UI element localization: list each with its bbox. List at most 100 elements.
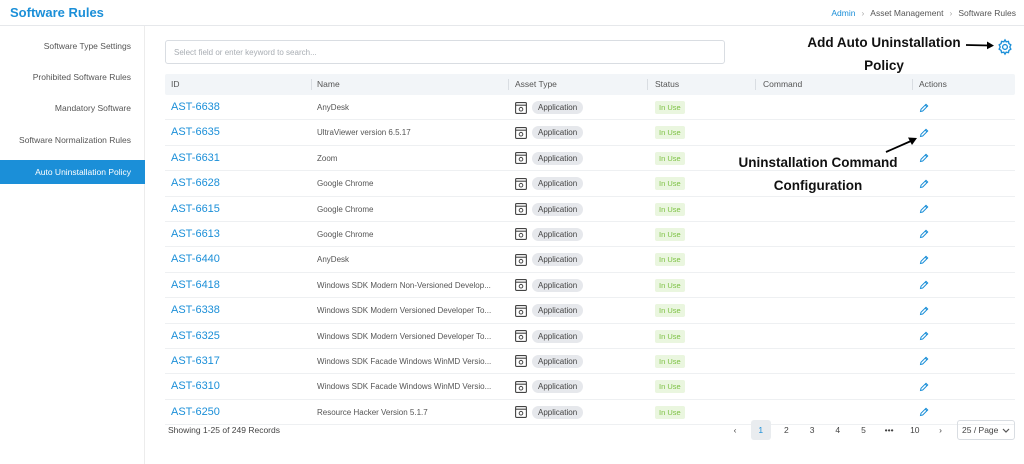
asset-id-link[interactable]: AST-6638 — [171, 95, 220, 120]
edit-action[interactable] — [919, 120, 929, 145]
application-icon — [515, 177, 527, 190]
asset-type-cell: Application — [515, 349, 584, 374]
sidebar-item-prohibited-software-rules[interactable]: Prohibited Software Rules — [0, 65, 145, 89]
column-header-asset-type[interactable]: Asset Type — [515, 74, 557, 95]
status-cell: In Use — [655, 197, 685, 222]
breadcrumb-admin[interactable]: Admin — [831, 8, 855, 18]
edit-pencil-icon[interactable] — [919, 103, 929, 113]
asset-id-link[interactable]: AST-6631 — [171, 146, 220, 171]
table-row[interactable]: AST-6418 Windows SDK Modern Non-Versioned… — [165, 273, 1015, 299]
asset-type-badge: Application — [532, 253, 584, 267]
asset-type-cell: Application — [515, 374, 584, 399]
software-name: Google Chrome — [317, 179, 374, 189]
gear-icon[interactable] — [996, 38, 1014, 56]
search-input[interactable] — [165, 40, 725, 64]
application-icon — [515, 203, 527, 216]
asset-type-cell: Application — [515, 146, 584, 171]
edit-pencil-icon[interactable] — [919, 306, 929, 316]
application-icon — [515, 101, 527, 114]
table-row[interactable]: AST-6613 Google Chrome Application In Use — [165, 222, 1015, 248]
status-cell: In Use — [655, 349, 685, 374]
status-badge: In Use — [655, 405, 685, 419]
edit-action[interactable] — [919, 197, 929, 222]
status-badge: In Use — [655, 354, 685, 368]
edit-action[interactable] — [919, 349, 929, 374]
edit-action[interactable] — [919, 273, 929, 298]
asset-type-badge: Application — [532, 354, 584, 368]
software-name: AnyDesk — [317, 103, 350, 112]
edit-pencil-icon[interactable] — [919, 331, 929, 341]
page-button[interactable]: 4 — [828, 420, 848, 440]
asset-id-link[interactable]: AST-6338 — [171, 298, 220, 323]
asset-id-link[interactable]: AST-6628 — [171, 171, 220, 196]
edit-action[interactable] — [919, 374, 929, 399]
asset-type-badge: Application — [532, 405, 584, 419]
sidebar-item-software-type-settings[interactable]: Software Type Settings — [0, 34, 145, 58]
edit-pencil-icon[interactable] — [919, 280, 929, 290]
asset-id-link[interactable]: AST-6250 — [171, 400, 220, 425]
edit-pencil-icon[interactable] — [919, 356, 929, 366]
edit-pencil-icon[interactable] — [919, 204, 929, 214]
callout-line: Policy — [864, 58, 904, 73]
column-divider — [912, 79, 913, 90]
asset-id-link[interactable]: AST-6440 — [171, 247, 220, 272]
asset-id-link[interactable]: AST-6310 — [171, 374, 220, 399]
asset-id-link[interactable]: AST-6613 — [171, 222, 220, 247]
table-row[interactable]: AST-6638 AnyDesk Application In Use — [165, 95, 1015, 121]
table-row[interactable]: AST-6325 Windows SDK Modern Versioned Dev… — [165, 324, 1015, 349]
column-header-status[interactable]: Status — [655, 74, 679, 95]
table-header: ID Name Asset Type Status Command Action… — [165, 74, 1015, 95]
column-header-name[interactable]: Name — [317, 74, 340, 95]
page-button[interactable]: 1 — [750, 420, 771, 440]
edit-action[interactable] — [919, 222, 929, 247]
column-header-id[interactable]: ID — [171, 74, 180, 95]
status-cell: In Use — [655, 171, 685, 196]
asset-type-badge: Application — [532, 304, 584, 318]
page-button[interactable]: 10 — [905, 420, 925, 440]
edit-action[interactable] — [919, 324, 929, 349]
edit-pencil-icon[interactable] — [919, 153, 929, 163]
asset-id-link[interactable]: AST-6317 — [171, 349, 220, 374]
asset-id-link[interactable]: AST-6615 — [171, 197, 220, 222]
table-row[interactable]: AST-6615 Google Chrome Application In Use — [165, 197, 1015, 222]
edit-pencil-icon[interactable] — [919, 179, 929, 189]
column-header-command[interactable]: Command — [763, 74, 802, 95]
edit-action[interactable] — [919, 247, 929, 272]
edit-action[interactable] — [919, 95, 929, 120]
sidebar-item-software-normalization-rules[interactable]: Software Normalization Rules — [0, 128, 145, 152]
status-badge: In Use — [655, 227, 685, 241]
asset-type-badge: Application — [532, 202, 584, 216]
edit-action[interactable] — [919, 171, 929, 196]
application-icon — [515, 406, 527, 419]
table-row[interactable]: AST-6310 Windows SDK Facade Windows WinMD… — [165, 374, 1015, 400]
table-row[interactable]: AST-6338 Windows SDK Modern Versioned Dev… — [165, 298, 1015, 324]
breadcrumb-software-rules: Software Rules — [958, 8, 1016, 18]
edit-pencil-icon[interactable] — [919, 229, 929, 239]
table-row[interactable]: AST-6440 AnyDesk Application In Use — [165, 247, 1015, 273]
edit-pencil-icon[interactable] — [919, 128, 929, 138]
software-name: Windows SDK Modern Versioned Developer T… — [317, 306, 492, 316]
page-button[interactable]: 2 — [776, 420, 796, 440]
asset-id-link[interactable]: AST-6418 — [171, 273, 220, 298]
page-size-select[interactable]: 25 / Page — [957, 420, 1015, 440]
asset-type-cell: Application — [515, 324, 584, 349]
page-button[interactable]: 3 — [802, 420, 822, 440]
edit-action[interactable] — [919, 146, 929, 171]
sidebar-item-mandatory-software[interactable]: Mandatory Software — [0, 96, 145, 120]
prev-page-button[interactable]: ‹ — [725, 420, 745, 440]
table-row[interactable]: AST-6317 Windows SDK Facade Windows WinMD… — [165, 349, 1015, 375]
software-table: ID Name Asset Type Status Command Action… — [165, 74, 1015, 437]
edit-pencil-icon[interactable] — [919, 407, 929, 417]
asset-id-link[interactable]: AST-6325 — [171, 324, 220, 349]
edit-pencil-icon[interactable] — [919, 255, 929, 265]
asset-id-link[interactable]: AST-6635 — [171, 120, 220, 145]
sidebar-item-auto-uninstallation-policy[interactable]: Auto Uninstallation Policy — [0, 160, 145, 184]
asset-type-badge: Application — [532, 227, 584, 241]
status-badge: In Use — [655, 253, 685, 267]
next-page-button[interactable]: › — [931, 420, 951, 440]
page-button[interactable]: 5 — [853, 420, 873, 440]
software-name: Windows SDK Facade Windows WinMD Versio.… — [317, 382, 492, 392]
edit-pencil-icon[interactable] — [919, 382, 929, 392]
breadcrumb-asset-management[interactable]: Asset Management — [870, 8, 943, 18]
edit-action[interactable] — [919, 298, 929, 323]
